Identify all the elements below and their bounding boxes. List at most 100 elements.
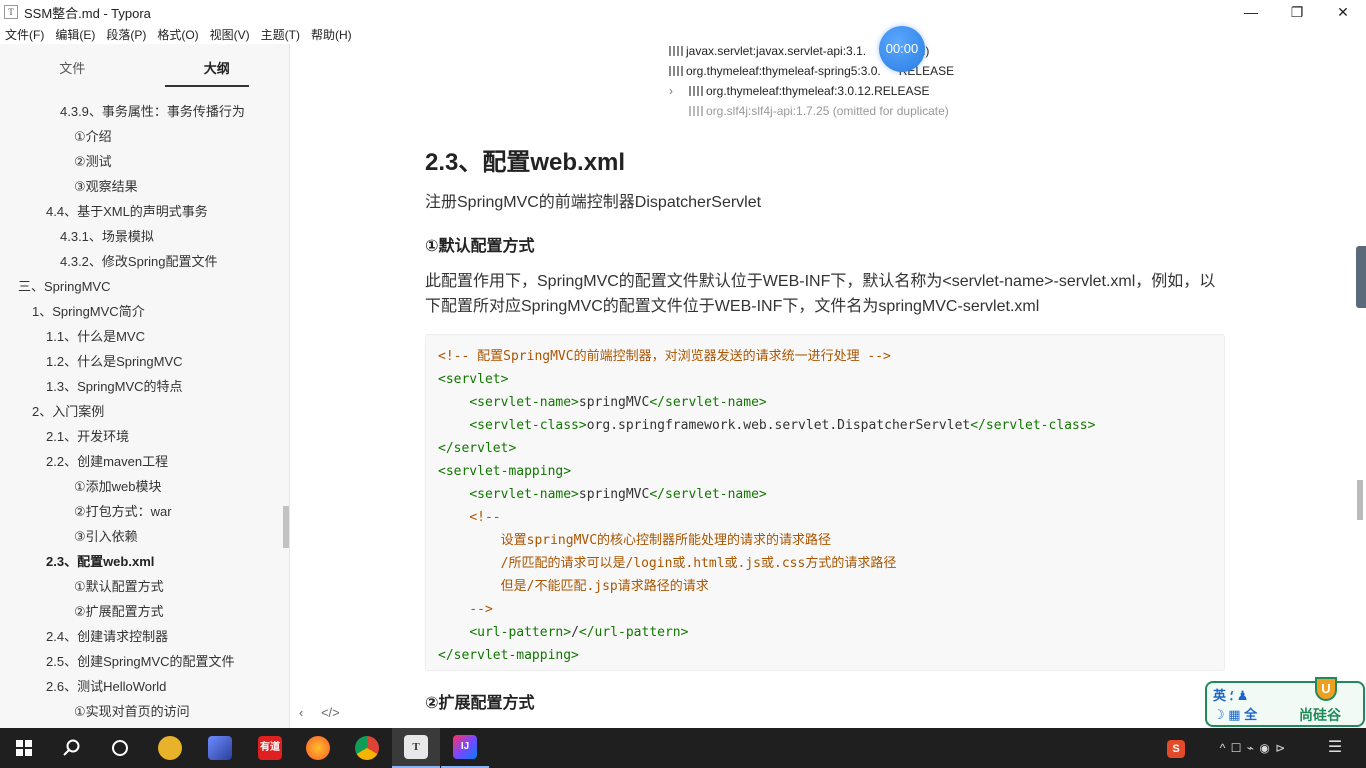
tab-outline[interactable]: 大纲 bbox=[145, 44, 290, 90]
code-block[interactable]: <!-- 配置SpringMVC的前端控制器，对浏览器发送的请求统一进行处理 -… bbox=[425, 334, 1225, 671]
code-line: </servlet-mapping> bbox=[438, 644, 1212, 667]
outline-item[interactable]: 4.3.1、场景模拟 bbox=[0, 224, 282, 249]
outline-item[interactable]: ③引入依赖 bbox=[0, 524, 282, 549]
code-tag: </servlet-class> bbox=[970, 418, 1096, 433]
taskbar-app[interactable] bbox=[196, 728, 244, 768]
notification-icon[interactable]: ☰ bbox=[1320, 728, 1350, 768]
code-text: org.springframework.web.servlet.Dispatch… bbox=[586, 418, 971, 433]
menu-view[interactable]: 视图(V) bbox=[210, 26, 250, 43]
code-line: <!-- bbox=[438, 506, 1212, 529]
menu-theme[interactable]: 主题(T) bbox=[261, 26, 300, 43]
sidebar-scrollbar[interactable] bbox=[283, 506, 289, 548]
outline-item[interactable]: 2.2、创建maven工程 bbox=[0, 449, 282, 474]
code-line: /所匹配的请求可以是/login或.html或.js或.css方式的请求路径 bbox=[438, 552, 1212, 575]
taskbar-youdao[interactable]: 有道 bbox=[246, 728, 294, 768]
taskbar-app[interactable] bbox=[146, 728, 194, 768]
outline-item[interactable]: ①添加web模块 bbox=[0, 474, 282, 499]
intro-paragraph: 注册SpringMVC的前端控制器DispatcherServlet bbox=[425, 194, 762, 211]
code-comment: <!-- bbox=[469, 510, 501, 525]
outline-item[interactable]: 三、SpringMVC bbox=[0, 274, 282, 299]
outline-item[interactable]: 1.3、SpringMVC的特点 bbox=[0, 374, 282, 399]
window-title: SSM整合.md - Typora bbox=[24, 5, 151, 21]
outline-item[interactable]: 2.5、创建SpringMVC的配置文件 bbox=[0, 649, 282, 674]
chevron-right-icon[interactable]: › bbox=[669, 84, 673, 98]
dependency-line: org.slf4j:slf4j-api:1.7.25 (omitted for … bbox=[689, 104, 949, 118]
outline-item[interactable]: 1.1、什么是MVC bbox=[0, 324, 282, 349]
outline-item[interactable]: ①实现对首页的访问 bbox=[0, 699, 282, 724]
code-line: <servlet-name>springMVC</servlet-name> bbox=[438, 483, 1212, 506]
library-icon bbox=[669, 66, 683, 76]
close-button[interactable]: ✕ bbox=[1320, 0, 1366, 24]
code-comment: --> bbox=[438, 602, 493, 617]
system-tray-icons[interactable]: ^ ☐ ⌁ ◉ ⊳ bbox=[1195, 728, 1311, 768]
code-comment: 但是/不能匹配.jsp请求路径的请求 bbox=[438, 579, 709, 594]
code-line: <servlet> bbox=[438, 368, 1212, 391]
menu-edit[interactable]: 编辑(E) bbox=[55, 26, 95, 43]
editor-pane[interactable]: javax.servlet:javax.servlet-api:3.1.ed) … bbox=[291, 26, 1366, 728]
firefox-icon bbox=[306, 736, 330, 760]
code-tag: <url-pattern> bbox=[469, 625, 572, 640]
dolphin-app-icon bbox=[208, 736, 232, 760]
ime-tray[interactable]: S bbox=[1165, 728, 1187, 768]
code-line: 设置springMVC的核心控制器所能处理的请求的请求路径 bbox=[438, 529, 1212, 552]
outline-item[interactable]: ②打包方式：war bbox=[0, 499, 282, 524]
paragraph-line: 下配置所对应SpringMVC的配置文件位于WEB-INF下，文件名为sprin… bbox=[425, 298, 1040, 315]
youdao-icon: 有道 bbox=[258, 736, 282, 760]
menu-file[interactable]: 文件(F) bbox=[5, 26, 44, 43]
outline-item[interactable]: 4.4、基于XML的声明式事务 bbox=[0, 199, 282, 224]
recording-timer[interactable]: 00:00 bbox=[879, 26, 925, 72]
code-line: <servlet-mapping> bbox=[438, 460, 1212, 483]
outline-item[interactable]: 2.6、测试HelloWorld bbox=[0, 674, 282, 699]
outline-item[interactable]: 2.3、配置web.xml bbox=[0, 549, 282, 574]
sogou-ime-icon: S bbox=[1167, 739, 1185, 758]
editor-scrollbar[interactable] bbox=[1357, 480, 1363, 520]
side-handle[interactable] bbox=[1356, 246, 1366, 308]
menu-format[interactable]: 格式(O) bbox=[157, 26, 198, 43]
taskbar-typora[interactable]: T bbox=[392, 728, 440, 768]
toggle-sidebar-icon[interactable]: ‹ bbox=[299, 705, 303, 720]
cortana-icon bbox=[112, 740, 128, 756]
outline-item[interactable]: 4.3.2、修改Spring配置文件 bbox=[0, 249, 282, 274]
outline-item[interactable]: 2.4、创建请求控制器 bbox=[0, 624, 282, 649]
outline-item[interactable]: ②扩展配置方式 bbox=[0, 599, 282, 624]
taskbar-firefox[interactable] bbox=[294, 728, 342, 768]
code-tag: <servlet-name> bbox=[469, 487, 579, 502]
menu-paragraph[interactable]: 段落(P) bbox=[106, 26, 146, 43]
start-button[interactable] bbox=[0, 728, 48, 768]
library-icon bbox=[689, 106, 703, 116]
source-mode-icon[interactable]: </> bbox=[321, 705, 340, 720]
taskbar: 有道 T IJ S ^ ☐ ⌁ ◉ ⊳ ☰ bbox=[0, 728, 1366, 768]
code-line: <!-- 配置SpringMVC的前端控制器，对浏览器发送的请求统一进行处理 -… bbox=[438, 345, 1212, 368]
search-icon bbox=[63, 739, 80, 756]
menu-help[interactable]: 帮助(H) bbox=[311, 26, 352, 43]
restore-button[interactable]: ❐ bbox=[1274, 0, 1320, 24]
tab-files[interactable]: 文件 bbox=[0, 44, 145, 90]
search-button[interactable] bbox=[48, 728, 96, 768]
paw-app-icon bbox=[158, 736, 182, 760]
task-view-button[interactable] bbox=[96, 728, 144, 768]
outline-item[interactable]: 1、SpringMVC简介 bbox=[0, 299, 282, 324]
outline-item[interactable]: ②测试 bbox=[0, 149, 282, 174]
outline-item[interactable]: 2、入门案例 bbox=[0, 399, 282, 424]
code-text: / bbox=[571, 625, 579, 640]
outline-item[interactable]: 1.2、什么是SpringMVC bbox=[0, 349, 282, 374]
taskbar-intellij[interactable]: IJ bbox=[441, 728, 489, 768]
ime-toolbar: 英 ⸵ ♟ ☽ ▦ 全 bbox=[1213, 688, 1258, 722]
outline-item[interactable]: 4.3.9、事务属性：事务传播行为 bbox=[0, 99, 282, 124]
subheading-extended-config: ②扩展配置方式 bbox=[425, 695, 535, 712]
taskbar-chrome[interactable] bbox=[343, 728, 391, 768]
outline-item[interactable]: ①介绍 bbox=[0, 124, 282, 149]
outline-item[interactable]: 2.1、开发环境 bbox=[0, 424, 282, 449]
outline-item[interactable]: ①默认配置方式 bbox=[0, 574, 282, 599]
typora-icon: T bbox=[404, 735, 428, 759]
minimize-button[interactable]: — bbox=[1228, 0, 1274, 24]
brand-name: 尚硅谷 bbox=[1299, 707, 1341, 723]
paragraph-line: 此配置作用下，SpringMVC的配置文件默认位于WEB-INF下，默认名称为<… bbox=[425, 273, 1216, 290]
code-tag: </servlet-name> bbox=[649, 395, 767, 410]
outline-item[interactable]: ③观察结果 bbox=[0, 174, 282, 199]
code-line: <servlet-class>org.springframework.web.s… bbox=[438, 414, 1212, 437]
code-tag: </servlet-mapping> bbox=[438, 648, 579, 663]
